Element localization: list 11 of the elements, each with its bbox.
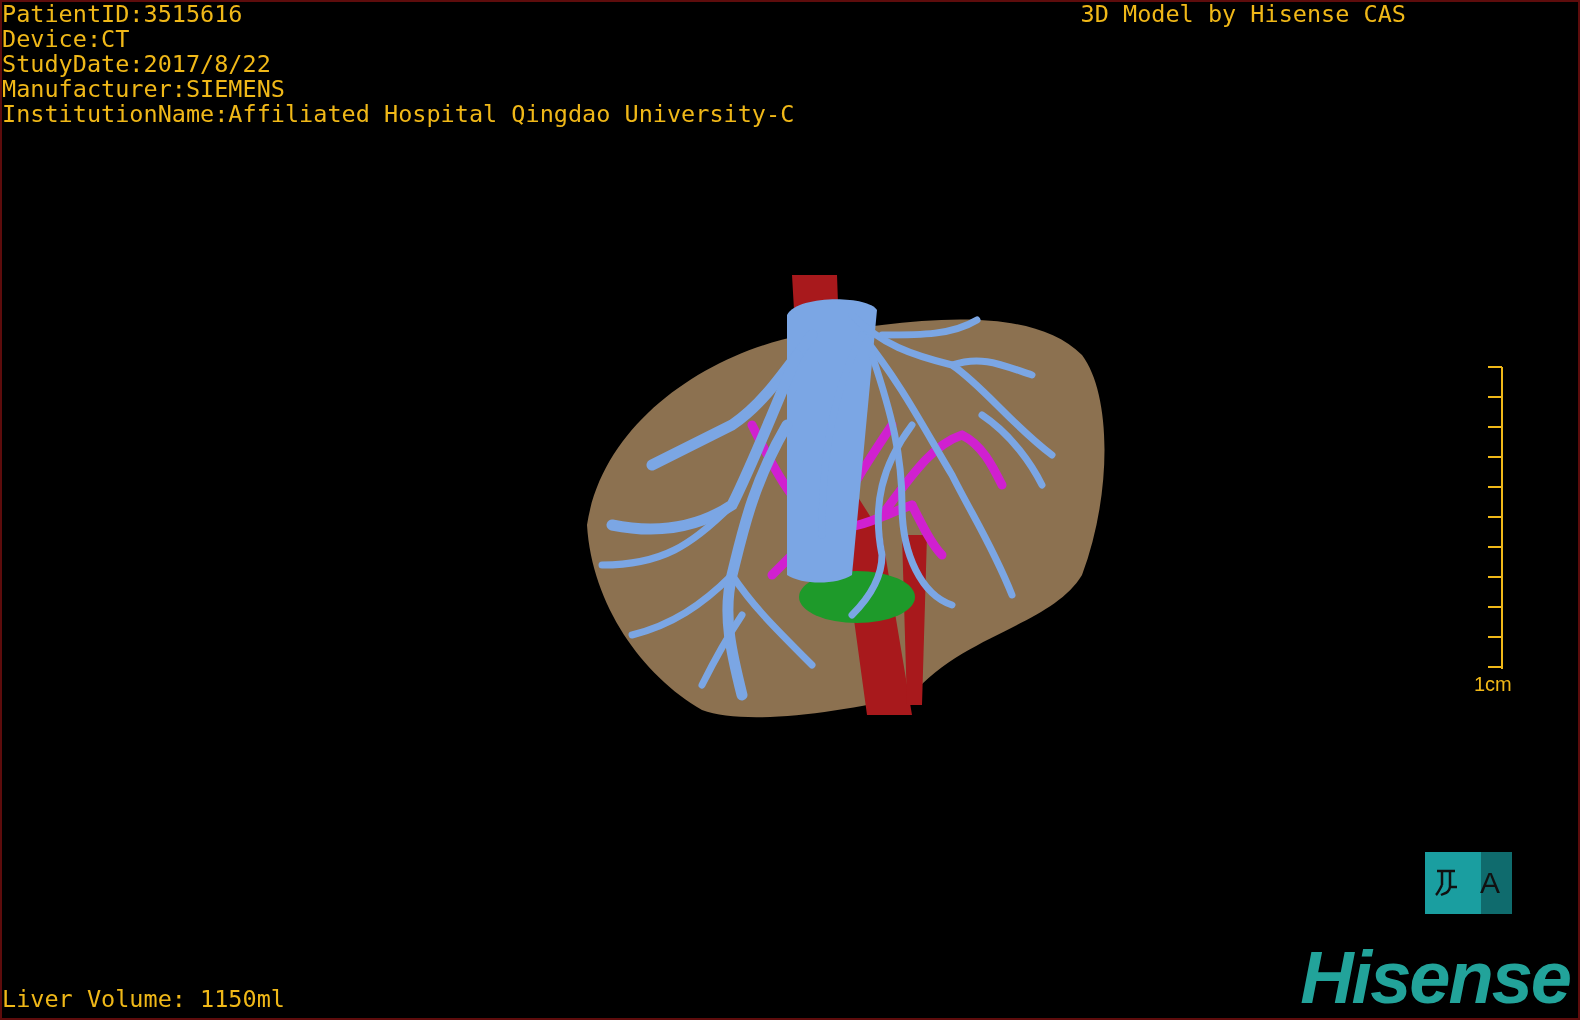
info-line: StudyDate:2017/8/22: [2, 52, 271, 77]
info-line: InstitutionName:Affiliated Hospital Qingdao University-C: [2, 102, 795, 127]
info-line: Manufacturer:SIEMENS: [2, 77, 285, 102]
viewer-title: 3D Model by Hisense CAS: [1080, 2, 1406, 30]
liver-volume-text: Liver Volume: 1150ml: [2, 987, 285, 1012]
info-line: PatientID:3515616: [2, 2, 243, 27]
brand-logo: Hisense: [1300, 938, 1571, 1018]
info-line: Device:CT: [2, 27, 130, 52]
scale-label: 1cm: [1474, 673, 1512, 695]
glyph-icon: [1435, 867, 1459, 899]
view-toggle-button[interactable]: A: [1425, 852, 1512, 914]
